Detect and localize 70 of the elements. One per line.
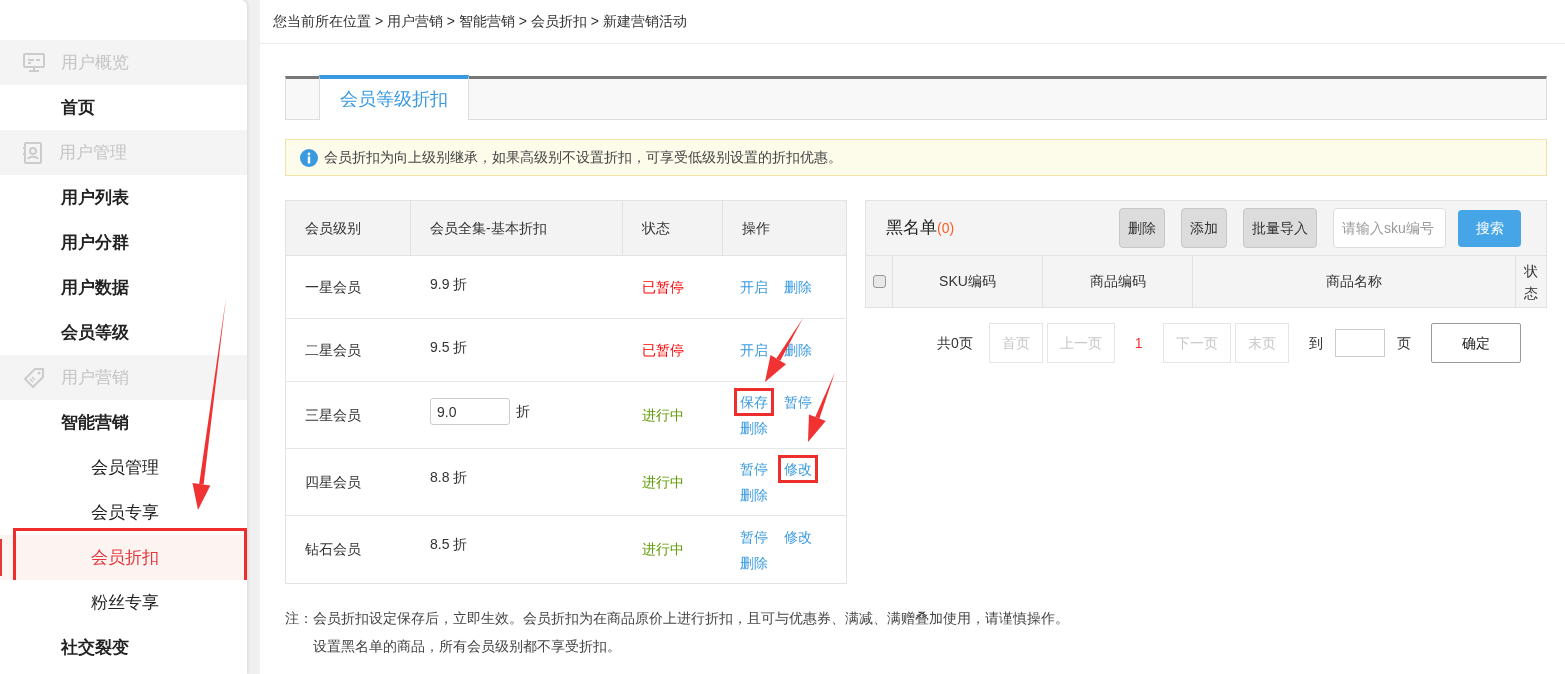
action-link[interactable]: 开启 (740, 340, 768, 360)
action-link[interactable]: 修改 (784, 526, 812, 547)
note-label: 注： (285, 609, 313, 628)
table-cell-text: 钻石会员 (304, 540, 362, 559)
table-cell-text: 三星会员 (304, 405, 362, 425)
table-cell-text: 一星会员 (304, 277, 362, 297)
select-all-checkbox[interactable] (872, 275, 886, 288)
status-label: 已暂停 (642, 277, 684, 297)
action-link[interactable]: 暂停 (784, 392, 812, 412)
info-icon (300, 148, 318, 167)
sidebar-item[interactable]: 会员专享 (91, 499, 159, 526)
table-cell-text: 二星会员 (304, 340, 362, 360)
table-cell-text: 9.9 折 (430, 275, 468, 294)
contact-card-icon (23, 141, 43, 164)
action-link[interactable]: 删除 (740, 485, 768, 505)
notice-text: 会员折扣为向上级别继承，如果高级别不设置折扣，可享受低级别设置的折扣优惠。 (324, 148, 842, 167)
page-number-field[interactable] (1334, 329, 1385, 357)
column-header: 商品名称 (1193, 256, 1516, 307)
breadcrumb: 您当前所在位置 > 用户营销 > 智能营销 > 会员折扣 > 新建营销活动 (273, 12, 687, 31)
status-label: 进行中 (642, 472, 684, 492)
sidebar-item[interactable]: 用户列表 (61, 184, 129, 211)
unit-label: 折 (516, 402, 530, 421)
action-link[interactable]: 删除 (740, 418, 768, 438)
table-cell-text: 四星会员 (304, 472, 362, 492)
column-header: 商品编码 (1043, 256, 1193, 307)
action-link[interactable]: 删除 (784, 277, 812, 297)
column-header: 状态 (1523, 261, 1539, 303)
sidebar-item[interactable]: 粉丝专享 (91, 589, 159, 616)
sidebar-item[interactable]: 首页 (61, 94, 95, 121)
active-indicator (0, 539, 2, 576)
note-text: 设置黑名单的商品，所有会员级别都不享受折扣。 (313, 637, 622, 656)
sidebar-item[interactable]: 社交裂变 (61, 634, 129, 661)
sidebar-item[interactable]: 用户分群 (61, 229, 129, 256)
sidebar-item[interactable]: 会员管理 (91, 454, 159, 481)
page-total: 共0页 (937, 333, 973, 353)
table-cell-text: 8.8 折 (430, 468, 468, 487)
table-cell-text: 8.5 折 (430, 535, 468, 554)
search-button[interactable]: 搜索 (1458, 209, 1521, 247)
column-header: 状态 (623, 201, 723, 255)
blacklist-title: 黑名单 (886, 217, 937, 240)
toolbar-button[interactable]: 添加 (1181, 208, 1227, 248)
confirm-button[interactable]: 确定 (1430, 323, 1521, 363)
page-unit: 页 (1396, 333, 1411, 353)
sidebar-item[interactable]: 用户数据 (61, 274, 129, 301)
column-header: 会员全集-基本折扣 (411, 201, 623, 255)
status-label: 进行中 (642, 540, 684, 559)
action-link[interactable]: 开启 (740, 277, 768, 297)
status-label: 进行中 (642, 405, 684, 425)
toolbar-button[interactable]: 批量导入 (1243, 208, 1317, 248)
sidebar-item[interactable]: 智能营销 (61, 409, 129, 436)
table-cell-text: 9.5 折 (430, 338, 468, 357)
sidebar-item[interactable]: 会员折扣 (91, 544, 159, 571)
blacklist-count: (0) (937, 218, 955, 238)
sidebar-item[interactable]: 会员等级 (61, 319, 129, 346)
action-link[interactable]: 删除 (740, 552, 768, 573)
column-header: 会员级别 (286, 201, 411, 255)
sku-search-field[interactable]: 请输入sku编号 (1333, 208, 1446, 248)
goto-label: 到 (1308, 333, 1323, 353)
tab[interactable]: 会员等级折扣 (319, 75, 469, 120)
current-page[interactable]: 1 (1118, 332, 1159, 354)
note-text: 会员折扣设定保存后，立即生效。会员折扣为在商品原价上进行折扣，且可与优惠券、满减、满赠叠加使用，请谨慎操作。 (313, 609, 1069, 628)
action-link[interactable]: 暂停 (740, 526, 768, 547)
column-header: 操作 (741, 218, 771, 238)
column-header: SKU编码 (893, 256, 1043, 307)
tag-icon (23, 366, 45, 389)
action-link[interactable]: 暂停 (740, 459, 768, 479)
toolbar-button[interactable]: 删除 (1119, 208, 1165, 248)
status-label: 已暂停 (642, 340, 684, 360)
monitor-icon (23, 52, 45, 73)
discount-input[interactable]: 9.0 (430, 398, 510, 425)
